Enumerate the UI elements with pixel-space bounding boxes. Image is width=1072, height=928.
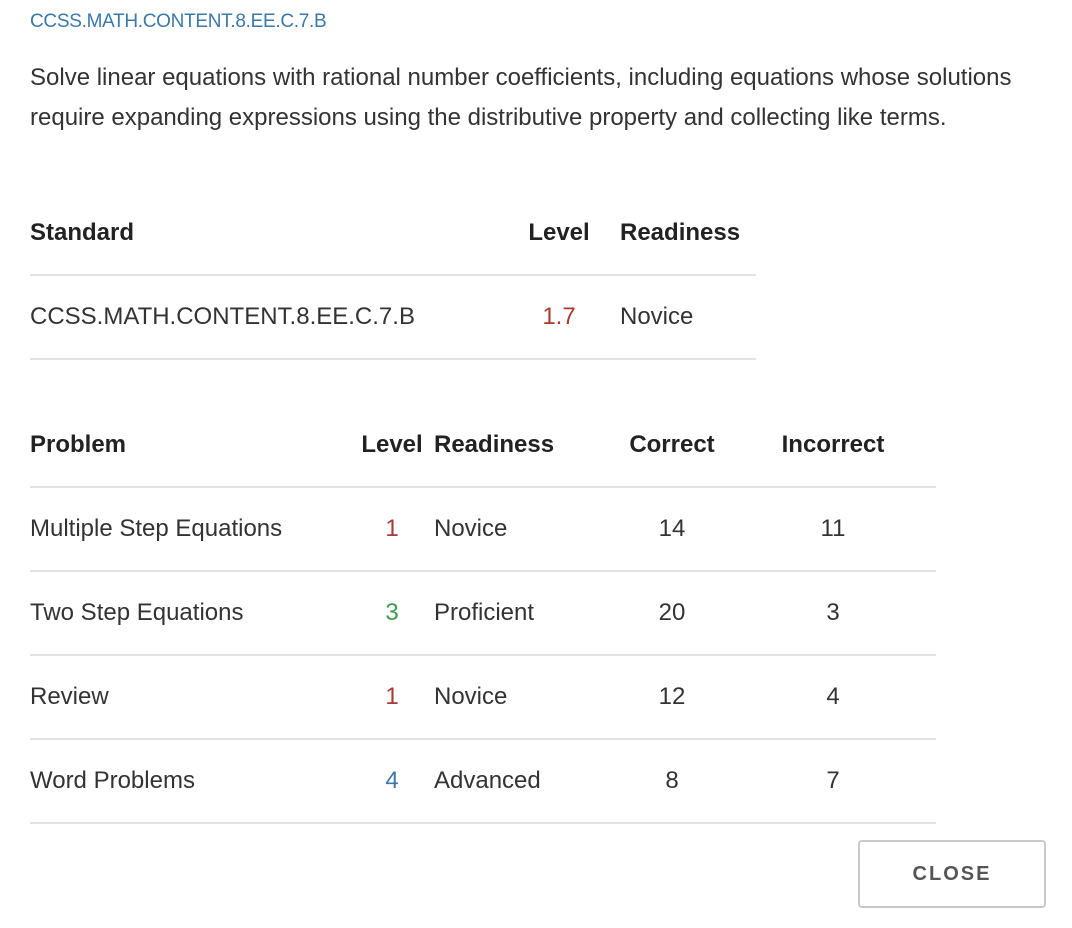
problem-breakdown-table: Problem Level Readiness Correct Incorrec… [30,403,936,824]
readiness-cell: Novice [434,487,614,572]
table-row: Word Problems 4 Advanced 8 7 [30,739,936,824]
readiness-cell: Novice [434,655,614,740]
level-column-header: Level [498,191,620,276]
problem-name-cell: Review [30,655,350,740]
standard-code-link[interactable]: CCSS.MATH.CONTENT.8.EE.C.7.B [30,11,327,33]
standard-column-header: Standard [30,191,498,276]
table-row: CCSS.MATH.CONTENT.8.EE.C.7.B 1.7 Novice [30,275,756,360]
table-row: Review 1 Novice 12 4 [30,655,936,740]
problem-name-cell: Two Step Equations [30,571,350,656]
incorrect-count-cell: 3 [730,571,936,656]
standard-code-cell: CCSS.MATH.CONTENT.8.EE.C.7.B [30,275,498,360]
standard-details-modal: CCSS.MATH.CONTENT.8.EE.C.7.B Solve linea… [0,0,1072,928]
readiness-cell: Novice [620,275,756,360]
incorrect-column-header: Incorrect [730,403,936,488]
correct-count-cell: 20 [614,571,730,656]
problem-name-cell: Word Problems [30,739,350,824]
standard-description: Solve linear equations with rational num… [30,64,1012,131]
table-row: Multiple Step Equations 1 Novice 14 11 [30,487,936,572]
readiness-column-header: Readiness [434,403,614,488]
level-column-header: Level [350,403,434,488]
readiness-cell: Proficient [434,571,614,656]
incorrect-count-cell: 4 [730,655,936,740]
problem-column-header: Problem [30,403,350,488]
standard-table-header-row: Standard Level Readiness [30,191,756,276]
problem-table-header-row: Problem Level Readiness Correct Incorrec… [30,403,936,488]
incorrect-count-cell: 7 [730,739,936,824]
correct-count-cell: 8 [614,739,730,824]
table-row: Two Step Equations 3 Proficient 20 3 [30,571,936,656]
correct-column-header: Correct [614,403,730,488]
problem-name-cell: Multiple Step Equations [30,487,350,572]
level-cell: 3 [350,571,434,656]
level-cell: 1 [350,487,434,572]
level-cell: 1 [350,655,434,740]
incorrect-count-cell: 11 [730,487,936,572]
correct-count-cell: 14 [614,487,730,572]
level-cell: 1.7 [498,275,620,360]
correct-count-cell: 12 [614,655,730,740]
close-button[interactable]: CLOSE [858,840,1046,908]
readiness-column-header: Readiness [620,191,756,276]
readiness-cell: Advanced [434,739,614,824]
level-cell: 4 [350,739,434,824]
standard-summary-table: Standard Level Readiness CCSS.MATH.CONTE… [30,191,756,360]
